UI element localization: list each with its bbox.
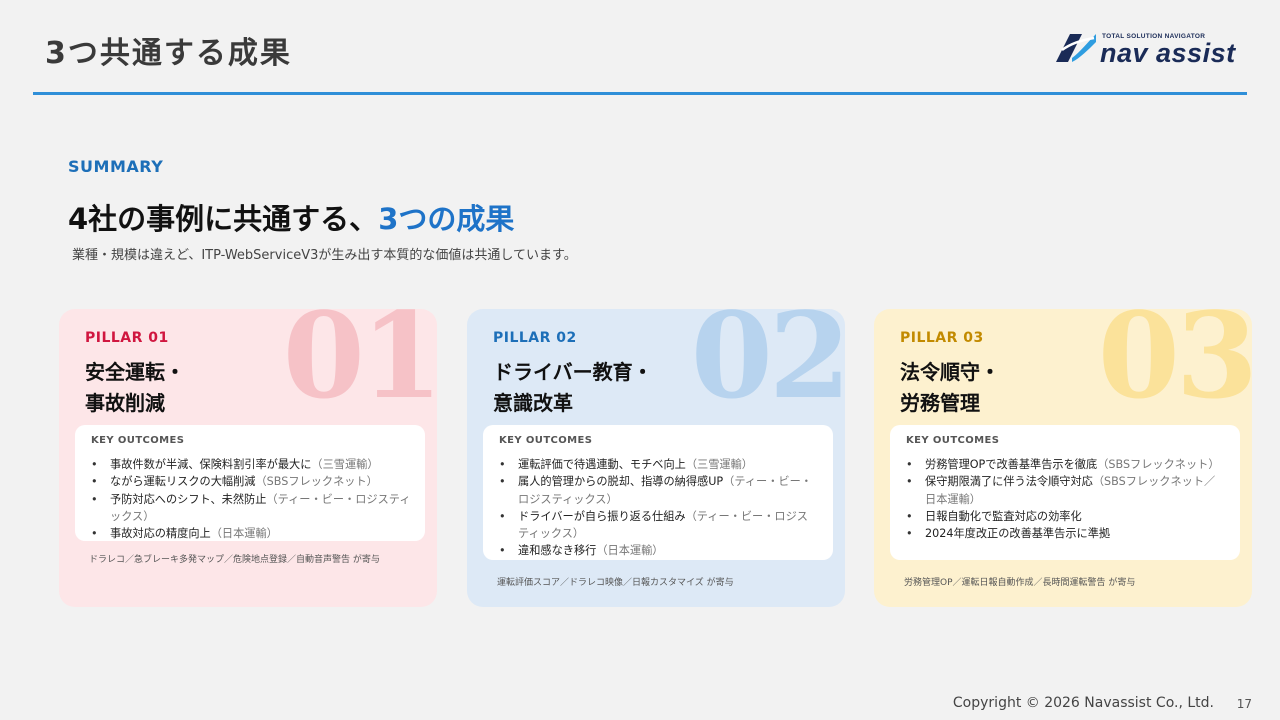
list-item: 運転評価で待遇連動、モチベ向上（三雪運輸） xyxy=(499,456,819,474)
item-text: ドライバーが自ら振り返る仕組み xyxy=(518,509,686,523)
item-text: 労務管理OPで改善基準告示を徹底 xyxy=(925,458,1098,471)
pillar-title-line: ドライバー教育・ xyxy=(493,360,653,384)
list-item: ながら運転リスクの大幅削減（SBSフレックネット） xyxy=(91,473,411,491)
pillar-number: 01 xyxy=(282,309,437,425)
list-item: 予防対応へのシフト、未然防止（ティー・ビー・ロジスティックス） xyxy=(91,491,411,526)
item-note: （三雪運輸） xyxy=(685,458,753,471)
logo-wordmark: nav assist xyxy=(1100,38,1236,68)
item-text: 日報自動化で監査対応の効率化 xyxy=(925,509,1082,523)
summary-eyebrow: SUMMARY xyxy=(68,157,164,176)
contributors-note: 運転評価スコア／ドラレコ映像／日報カスタマイズ が寄与 xyxy=(497,578,734,588)
outcomes-box: KEY OUTCOMES 運転評価で待遇連動、モチベ向上（三雪運輸） 属人的管理… xyxy=(483,425,833,560)
page-number: 17 xyxy=(1236,697,1252,711)
item-text: 予防対応へのシフト、未然防止 xyxy=(110,492,267,506)
item-text: ながら運転リスクの大幅削減 xyxy=(110,475,256,489)
summary-headline: 4社の事例に共通する、3つの成果 xyxy=(68,196,514,238)
nav-assist-logo: TOTAL SOLUTION NAVIGATOR nav assist xyxy=(1052,30,1252,70)
item-note: （三雪運輸） xyxy=(311,458,379,471)
headline-main: 4社の事例に共通する、 xyxy=(68,202,379,236)
pillar-number: 02 xyxy=(690,309,845,425)
outcomes-label: KEY OUTCOMES xyxy=(499,435,593,446)
pillar-title-line: 意識改革 xyxy=(493,391,573,415)
outcomes-label: KEY OUTCOMES xyxy=(91,435,185,446)
list-item: ドライバーが自ら振り返る仕組み（ティー・ビー・ロジスティックス） xyxy=(499,508,819,543)
pillar-number: 03 xyxy=(1097,309,1252,425)
contributors-note: ドラレコ／急ブレーキ多発マップ／危険地点登録／自動音声警告 が寄与 xyxy=(89,555,380,565)
contributors-note: 労務管理OP／運転日報自動作成／長時間運転警告 が寄与 xyxy=(904,578,1136,588)
pillar-title-line: 法令順守・ xyxy=(900,360,1000,384)
pillar-label: PILLAR 01 xyxy=(85,330,169,346)
logo-mark-icon xyxy=(1056,34,1096,62)
item-text: 2024年度改正の改善基準告示に準拠 xyxy=(925,527,1111,541)
pillar-card-01: 01 PILLAR 01 安全運転・ 事故削減 KEY OUTCOMES 事故件… xyxy=(59,309,437,607)
outcomes-box: KEY OUTCOMES 事故件数が半減、保険料割引率が最大に（三雪運輸） なが… xyxy=(75,425,425,543)
list-item: 事故対応の精度向上（日本運輸） xyxy=(91,525,411,543)
pillar-title-line: 安全運転・ xyxy=(85,360,185,384)
pillar-label: PILLAR 02 xyxy=(493,330,577,346)
pillar-title-line: 労務管理 xyxy=(900,391,980,415)
outcomes-label: KEY OUTCOMES xyxy=(906,435,1000,446)
list-item: 事故件数が半減、保険料割引率が最大に（三雪運輸） xyxy=(91,456,411,474)
item-text: 属人的管理からの脱却、指導の納得感UP xyxy=(518,475,724,489)
page-title: 3つ共通する成果 xyxy=(45,36,292,71)
item-text: 事故件数が半減、保険料割引率が最大に xyxy=(110,458,312,471)
item-note: （日本運輸） xyxy=(596,544,664,558)
item-note: （SBSフレックネット） xyxy=(255,475,378,489)
item-text: 保守期限満了に伴う法令順守対応 xyxy=(925,475,1093,489)
list-item: 属人的管理からの脱却、指導の納得感UP（ティー・ビー・ロジスティックス） xyxy=(499,473,819,508)
item-note: （SBSフレックネット） xyxy=(1097,458,1220,471)
header-divider xyxy=(33,92,1247,95)
item-note: （日本運輸） xyxy=(210,527,278,541)
copyright: Copyright © 2026 Navassist Co., Ltd. xyxy=(952,695,1214,711)
list-item: 労務管理OPで改善基準告示を徹底（SBSフレックネット） xyxy=(906,456,1226,474)
pillar-card-02: 02 PILLAR 02 ドライバー教育・ 意識改革 KEY OUTCOMES … xyxy=(467,309,845,607)
headline-accent: 3つの成果 xyxy=(378,202,515,236)
pillar-title: 法令順守・ 労務管理 xyxy=(900,357,1000,419)
outcomes-box: KEY OUTCOMES 労務管理OPで改善基準告示を徹底（SBSフレックネット… xyxy=(890,425,1240,560)
pillar-title: ドライバー教育・ 意識改革 xyxy=(493,357,653,419)
item-text: 事故対応の精度向上 xyxy=(110,527,211,541)
pillar-title-line: 事故削減 xyxy=(85,391,165,415)
pillar-card-03: 03 PILLAR 03 法令順守・ 労務管理 KEY OUTCOMES 労務管… xyxy=(874,309,1252,607)
summary-subtext: 業種・規模は違えど、ITP-WebServiceV3が生み出す本質的な価値は共通… xyxy=(72,248,577,263)
list-item: 日報自動化で監査対応の効率化 xyxy=(906,508,1226,526)
item-text: 運転評価で待遇連動、モチベ向上 xyxy=(518,458,686,471)
item-text: 違和感なき移行 xyxy=(518,544,597,558)
list-item: 2024年度改正の改善基準告示に準拠 xyxy=(906,525,1226,543)
pillar-title: 安全運転・ 事故削減 xyxy=(85,357,185,419)
list-item: 保守期限満了に伴う法令順守対応（SBSフレックネット／日本運輸） xyxy=(906,473,1226,508)
pillar-label: PILLAR 03 xyxy=(900,330,984,346)
list-item: 違和感なき移行（日本運輸） xyxy=(499,542,819,560)
